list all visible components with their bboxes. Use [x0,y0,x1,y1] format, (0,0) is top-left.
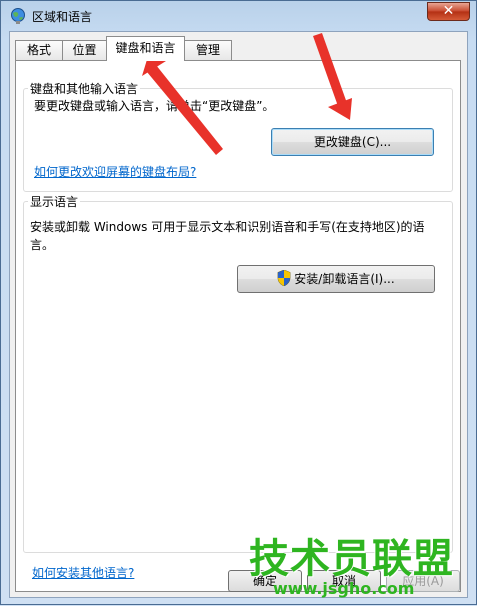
welcome-screen-keyboard-link[interactable]: 如何更改欢迎屏幕的键盘布局? [34,163,196,180]
window-title: 区域和语言 [32,10,93,24]
watermark: 技术员联盟 www.jsgho.com [249,537,454,597]
title-bar[interactable]: 区域和语言 ✕ [1,1,476,31]
display-language-description-2: 言。 [30,238,55,252]
display-language-title: 显示语言 [28,193,81,210]
tab-administrative[interactable]: 管理 [184,40,232,60]
dialog-window: 区域和语言 ✕ 格式 位置 键盘和语言 管理 键盘和其他输入语言 要更改键盘或输… [0,0,477,605]
watermark-url: www.jsgho.com [273,579,415,598]
install-languages-link[interactable]: 如何安装其他语言? [32,564,134,581]
keyboard-group-title: 键盘和其他输入语言 [28,80,141,97]
uac-shield-icon [277,270,291,286]
display-language-group [23,201,453,553]
tab-panel: 键盘和其他输入语言 要更改键盘或输入语言，请单击“更改键盘”。 更改键盘(C).… [15,60,461,592]
tab-location[interactable]: 位置 [62,40,107,60]
install-uninstall-languages-button[interactable]: 安装/卸载语言(I)... [237,265,435,293]
close-button[interactable]: ✕ [427,2,470,21]
dialog-client-area: 格式 位置 键盘和语言 管理 键盘和其他输入语言 要更改键盘或输入语言，请单击“… [9,31,468,598]
tab-keyboards-languages[interactable]: 键盘和语言 [106,36,185,61]
globe-icon [11,8,25,24]
keyboard-description: 要更改键盘或输入语言，请单击“更改键盘”。 [34,99,275,113]
tab-formats[interactable]: 格式 [15,40,63,60]
watermark-brand: 技术员联盟 [249,536,454,582]
display-language-description-1: 安装或卸载 Windows 可用于显示文本和识别语音和手写(在支持地区)的语 [30,220,425,234]
install-uninstall-label: 安装/卸载语言(I)... [294,272,395,286]
change-keyboards-button[interactable]: 更改键盘(C)... [271,128,434,156]
